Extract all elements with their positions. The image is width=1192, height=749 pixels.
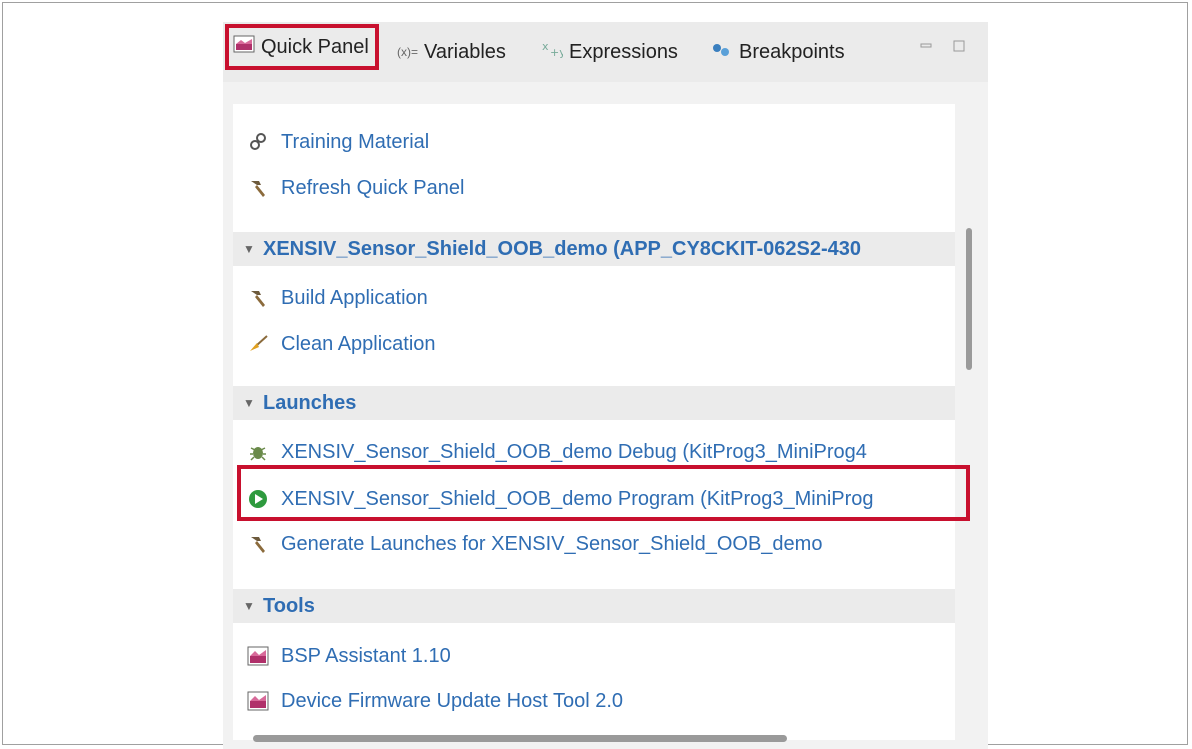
vertical-scrollbar[interactable] (966, 228, 972, 370)
project-section-title: XENSIV_Sensor_Shield_OOB_demo (APP_CY8CK… (263, 237, 862, 260)
link-icon (247, 131, 269, 153)
bsp-assistant-link[interactable]: BSP Assistant 1.10 (247, 639, 953, 673)
project-section-header[interactable]: ▼ XENSIV_Sensor_Shield_OOB_demo (APP_CY8… (233, 232, 955, 266)
tools-section-title: Tools (263, 594, 315, 617)
chevron-down-icon: ▼ (243, 599, 255, 613)
training-material-link[interactable]: Training Material (247, 125, 953, 159)
launch-program-link[interactable]: XENSIV_Sensor_Shield_OOB_demo Program (K… (247, 482, 953, 516)
horizontal-scrollbar[interactable] (253, 735, 787, 742)
variables-icon: (x)= (397, 45, 418, 59)
bug-icon (247, 441, 269, 463)
bsp-assistant-label: BSP Assistant 1.10 (281, 644, 451, 667)
minimize-icon[interactable] (920, 39, 932, 51)
launches-section-title: Launches (263, 391, 357, 414)
refresh-quick-panel-link[interactable]: Refresh Quick Panel (247, 171, 953, 205)
svg-text:+y: +y (550, 46, 563, 59)
build-application-label: Build Application (281, 286, 428, 309)
hammer-icon (247, 533, 269, 555)
generate-launches-label: Generate Launches for XENSIV_Sensor_Shie… (281, 532, 823, 555)
clean-application-link[interactable]: Clean Application (247, 327, 953, 361)
quick-panel-icon (233, 35, 255, 59)
tools-section-header[interactable]: ▼ Tools (233, 589, 955, 623)
chevron-down-icon: ▼ (243, 396, 255, 410)
refresh-quick-panel-label: Refresh Quick Panel (281, 176, 465, 199)
hammer-icon (247, 177, 269, 199)
tab-breakpoints[interactable]: Breakpoints (711, 34, 845, 70)
svg-text:x: x (542, 40, 549, 53)
broom-icon (247, 333, 269, 355)
tool-icon (247, 690, 269, 712)
launch-program-label: XENSIV_Sensor_Shield_OOB_demo Program (K… (281, 487, 874, 510)
chevron-down-icon: ▼ (243, 242, 255, 256)
dfu-host-tool-link[interactable]: Device Firmware Update Host Tool 2.0 (247, 684, 953, 718)
expressions-icon: x +y (541, 39, 566, 65)
training-material-label: Training Material (281, 130, 430, 153)
tab-quick-panel-label: Quick Panel (261, 35, 369, 58)
dfu-host-tool-label: Device Firmware Update Host Tool 2.0 (281, 689, 623, 712)
tab-variables[interactable]: (x)= Variables (397, 34, 506, 70)
tab-expressions-label: Expressions (569, 40, 678, 63)
clean-application-label: Clean Application (281, 332, 436, 355)
quick-panel-view: Quick Panel (x)= Variables x +y Expressio… (223, 22, 988, 749)
generate-launches-link[interactable]: Generate Launches for XENSIV_Sensor_Shie… (247, 527, 953, 561)
build-application-link[interactable]: Build Application (247, 281, 953, 315)
tab-expressions[interactable]: x +y Expressions (541, 34, 678, 70)
tool-icon (247, 645, 269, 667)
tab-breakpoints-label: Breakpoints (739, 40, 845, 63)
tab-variables-label: Variables (424, 40, 506, 63)
run-icon (247, 488, 269, 510)
tab-quick-panel[interactable]: Quick Panel (225, 24, 379, 70)
launches-section-header[interactable]: ▼ Launches (233, 386, 955, 420)
launch-debug-label: XENSIV_Sensor_Shield_OOB_demo Debug (Kit… (281, 440, 867, 463)
launch-debug-link[interactable]: XENSIV_Sensor_Shield_OOB_demo Debug (Kit… (247, 435, 953, 469)
hammer-icon (247, 287, 269, 309)
quick-panel-content: Training Material Refresh Quick Panel ▼ … (233, 104, 955, 740)
tab-bar: Quick Panel (x)= Variables x +y Expressio… (223, 22, 988, 82)
maximize-icon[interactable] (953, 39, 965, 52)
breakpoints-icon (711, 41, 733, 64)
